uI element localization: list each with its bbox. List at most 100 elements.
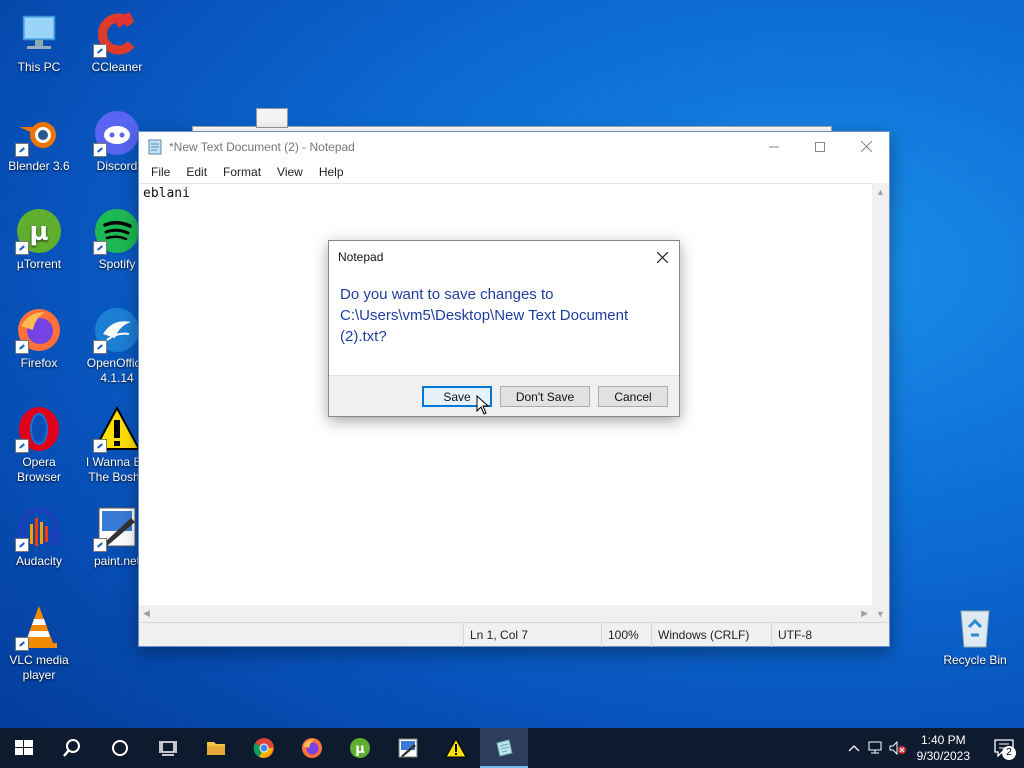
dont-save-button[interactable]: Don't Save [500,386,590,407]
status-zoom: 100% [601,623,651,647]
discord-icon [93,109,141,157]
recycle-bin-icon [951,603,999,651]
task-view-icon [159,741,177,756]
desktop-icon-label: CCleaner [91,60,143,74]
minimize-icon [769,146,779,147]
menu-edit[interactable]: Edit [178,165,215,179]
svg-text:µ: µ [29,217,48,247]
menu-format[interactable]: Format [215,165,269,179]
status-bar: Ln 1, Col 7 100% Windows (CRLF) UTF-8 [139,622,891,647]
blender-icon [15,109,63,157]
tray-overflow-button[interactable] [843,728,865,768]
taskbar-notepad[interactable] [480,728,528,768]
warning-icon [93,405,141,453]
desktop-icon-audacity[interactable]: Audacity [0,504,79,569]
desktop-icon-label: VLC media player [9,653,69,682]
cancel-button[interactable]: Cancel [598,386,668,407]
search-button[interactable] [48,728,96,768]
notepad-icon [496,739,513,757]
desktop-icon-label: Blender 3.6 [8,159,70,173]
close-button[interactable] [843,132,889,161]
utorrent-icon: µ [15,207,63,255]
desktop-icon-label: µTorrent [16,257,62,271]
desktop-icon-label: Audacity [15,554,63,568]
scroll-left-icon[interactable]: ◀ [143,608,150,619]
status-encoding: UTF-8 [771,623,891,647]
minimize-button[interactable] [751,132,797,161]
maximize-button[interactable] [797,132,843,161]
circle-icon [112,740,128,756]
spotify-icon [93,207,141,255]
paintnet-icon [398,738,418,758]
scroll-down-icon[interactable]: ▼ [872,605,889,622]
search-icon [63,739,80,757]
system-tray: 1:40 PM 9/30/2023 2 [843,728,1024,768]
chrome-icon [253,738,274,758]
taskbar-chrome[interactable] [240,728,288,768]
opera-icon [15,405,63,453]
clock-time: 1:40 PM [920,733,966,747]
menu-view[interactable]: View [269,165,311,179]
volume-muted-icon [889,741,906,755]
utorrent-icon: µ [350,738,370,758]
scroll-right-icon[interactable]: ▶ [861,608,868,619]
desktop-icon-this-pc[interactable]: This PC [0,10,79,75]
svg-text:µ: µ [355,742,365,757]
taskbar-paintnet[interactable] [384,728,432,768]
clock[interactable]: 1:40 PM 9/30/2023 [909,732,984,764]
scroll-up-icon[interactable]: ▲ [872,183,889,200]
folder-icon [207,742,225,755]
firefox-icon [302,738,322,758]
vlc-icon [15,603,63,651]
desktop-icon-label: Recycle Bin [943,653,1007,667]
taskbar-file-explorer[interactable] [192,728,240,768]
desktop-icon-label: Firefox [20,356,58,370]
dialog-footer: Save Don't Save Cancel [329,375,679,416]
taskbar-boshy[interactable] [432,728,480,768]
desktop-icon-vlc[interactable]: VLC media player [0,603,79,683]
network-button[interactable] [865,728,887,768]
status-position: Ln 1, Col 7 [463,623,601,647]
menu-help[interactable]: Help [311,165,352,179]
desktop-icon-label: Opera Browser [16,455,61,484]
horizontal-scrollbar[interactable]: ◀ ▶ [139,605,872,622]
close-icon [656,251,668,263]
close-icon [860,141,872,152]
windows-logo-icon [15,740,33,755]
menu-bar: File Edit Format View Help [139,161,889,183]
chevron-up-icon [848,745,860,752]
notification-center-button[interactable]: 2 [984,728,1024,768]
ccleaner-icon [93,10,141,58]
openoffice-icon [93,306,141,354]
start-button[interactable] [0,728,48,768]
desktop-icon-recycle-bin[interactable]: Recycle Bin [935,603,1015,668]
computer-icon [15,10,63,58]
desktop-icon-firefox[interactable]: Firefox [0,306,79,371]
notepad-titlebar[interactable]: *New Text Document (2) - Notepad [139,132,889,161]
taskbar-utorrent[interactable]: µ [336,728,384,768]
desktop-icon-ccleaner[interactable]: CCleaner [77,10,157,75]
cortana-button[interactable] [96,728,144,768]
desktop-icon-blender[interactable]: Blender 3.6 [0,109,79,174]
dialog-close-button[interactable] [651,247,673,267]
notification-badge: 2 [1002,746,1016,760]
notepad-title: *New Text Document (2) - Notepad [169,139,355,154]
dialog-title: Notepad [338,250,384,264]
audacity-icon [15,504,63,552]
vertical-scrollbar[interactable]: ▲ ▼ [872,183,889,622]
desktop-icon-utorrent[interactable]: µ µTorrent [0,207,79,272]
status-line-ending: Windows (CRLF) [651,623,771,647]
warning-icon [445,737,467,758]
task-view-button[interactable] [144,728,192,768]
firefox-icon [15,306,63,354]
save-changes-dialog: Notepad Do you want to save changes to C… [328,240,680,417]
desktop-icon-label: This PC [17,60,61,74]
taskbar: µ 1:40 PM 9/30/2023 2 [0,728,1024,768]
desktop-icon-opera[interactable]: Opera Browser [0,405,79,485]
volume-button[interactable] [887,728,909,768]
menu-file[interactable]: File [143,165,178,179]
mouse-cursor-icon [476,395,490,415]
notepad-icon [148,139,162,154]
text-file-icon [256,108,288,128]
taskbar-firefox[interactable] [288,728,336,768]
